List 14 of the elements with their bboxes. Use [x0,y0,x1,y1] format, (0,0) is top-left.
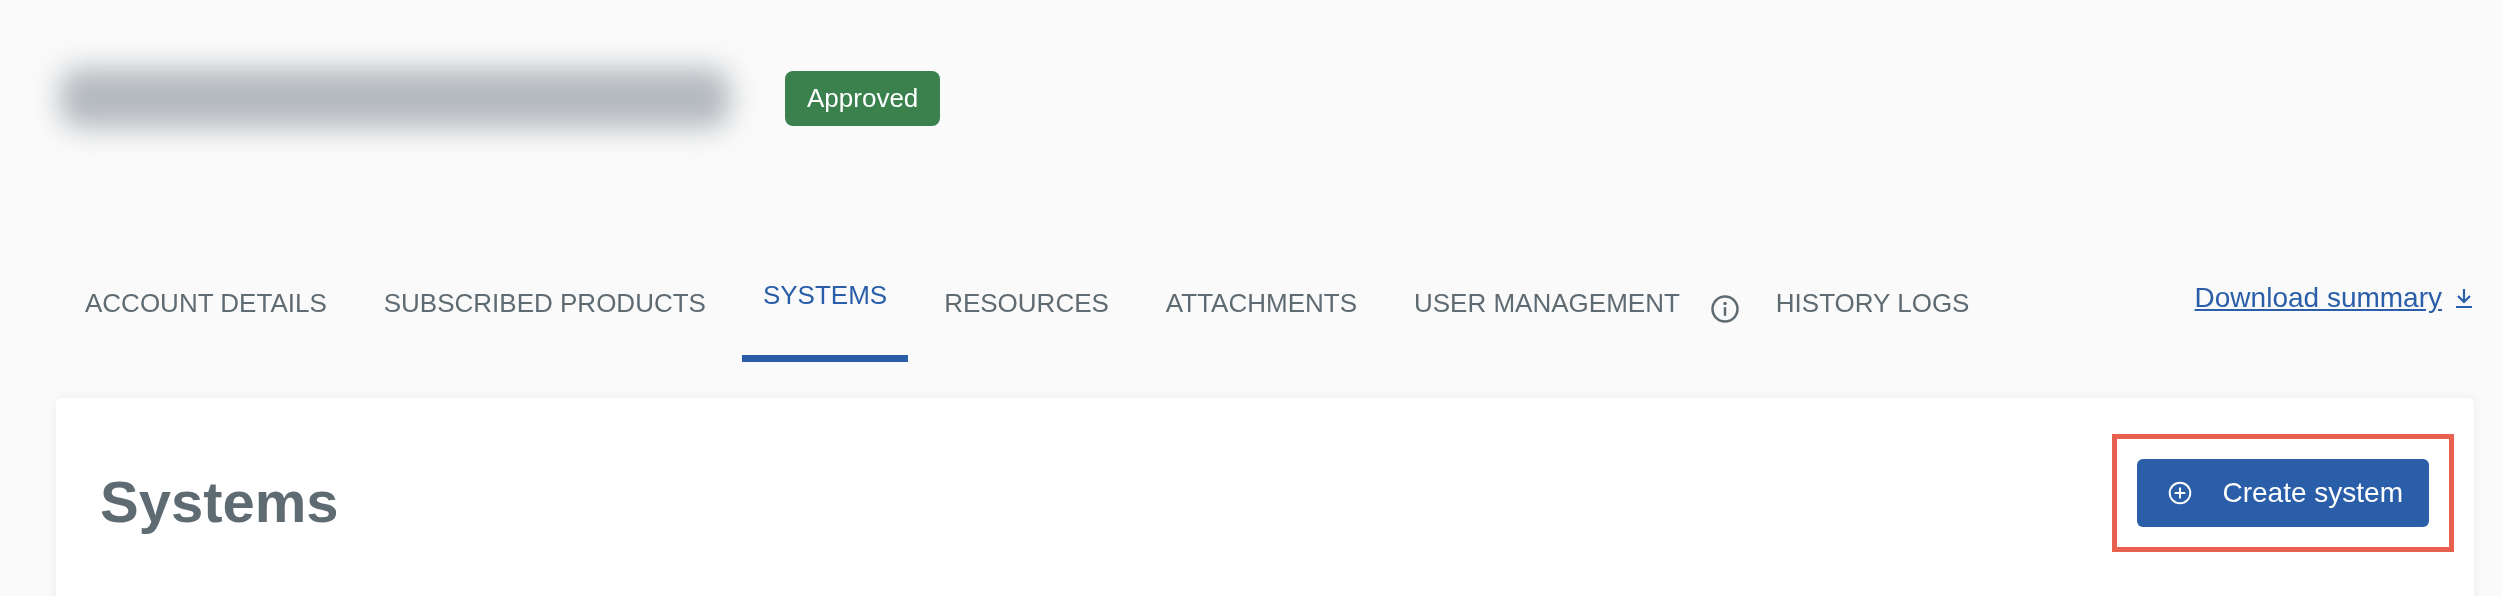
section-title: Systems [100,468,339,535]
download-summary-link[interactable]: Download summary [2194,282,2474,314]
tab[interactable]: USER MANAGEMENT [1393,266,1701,362]
tab[interactable]: SUBSCRIBED PRODUCTS [362,266,727,362]
status-badge: Approved [785,70,941,126]
info-icon[interactable] [1709,294,1740,324]
tab[interactable]: ATTACHMENTS [1144,266,1378,362]
tab[interactable]: SYSTEMS [741,266,909,362]
plus-circle-icon [2166,480,2193,506]
tab[interactable]: ACCOUNT DETAILS [64,266,348,362]
download-icon [2454,286,2474,310]
tab[interactable]: HISTORY LOGS [1754,266,1991,362]
tab[interactable]: RESOURCES [923,266,1130,362]
create-system-button[interactable]: Create system [2136,459,2429,527]
